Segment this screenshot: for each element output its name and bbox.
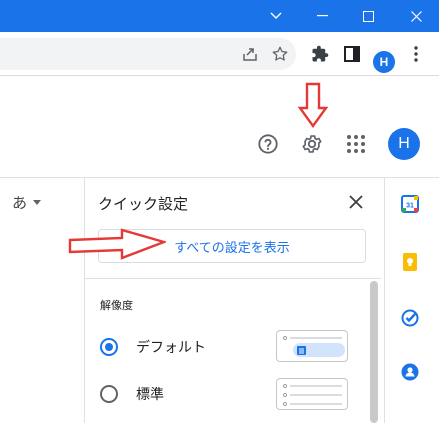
extensions-icon[interactable] <box>310 44 330 64</box>
density-preview-graphic <box>283 336 345 357</box>
density-section-label: 解像度 <box>100 299 133 312</box>
left-divider <box>84 178 85 423</box>
account-avatar[interactable]: H <box>388 128 420 160</box>
minimize-button[interactable] <box>299 0 345 32</box>
density-option-label: デフォルト <box>136 340 206 356</box>
svg-text:31: 31 <box>406 203 414 210</box>
density-preview-graphic <box>283 384 342 406</box>
help-icon[interactable] <box>256 132 280 156</box>
apps-grid-icon[interactable] <box>344 132 368 156</box>
browser-toolbar <box>0 32 439 76</box>
gear-icon[interactable] <box>300 132 324 156</box>
browser-profile-avatar[interactable]: H <box>373 51 395 73</box>
close-icon[interactable] <box>346 192 366 212</box>
tab-search-chevron-icon[interactable] <box>253 0 299 32</box>
density-preview-comfortable <box>276 378 348 410</box>
radio-button[interactable] <box>100 385 118 403</box>
tasks-icon[interactable] <box>400 308 420 328</box>
density-option-label: 標準 <box>136 387 164 403</box>
window-titlebar <box>0 0 439 32</box>
keep-icon[interactable] <box>400 252 420 272</box>
input-mode-label: あ <box>12 194 28 212</box>
side-panel-divider <box>384 178 385 423</box>
annotation-arrow-down-icon <box>298 82 328 128</box>
quick-settings-title: クイック設定 <box>98 195 189 213</box>
calendar-icon[interactable]: 31 <box>400 194 420 214</box>
scrollbar-thumb[interactable] <box>370 281 378 423</box>
header-divider <box>0 177 439 178</box>
input-mode-selector[interactable]: あ <box>12 192 42 213</box>
density-option-default[interactable]: デフォルト <box>100 337 206 357</box>
dropdown-arrow-icon <box>33 200 42 205</box>
density-preview-default <box>276 330 348 362</box>
density-option-comfortable[interactable]: 標準 <box>100 384 164 404</box>
annotation-arrow-right-icon <box>68 228 166 260</box>
restore-button[interactable] <box>345 0 391 32</box>
sidepanel-icon[interactable] <box>342 44 362 64</box>
close-window-button[interactable] <box>393 0 439 32</box>
share-icon[interactable] <box>240 44 260 64</box>
section-divider <box>85 278 381 279</box>
more-vert-icon[interactable] <box>406 44 426 64</box>
contacts-icon[interactable] <box>400 362 420 382</box>
star-icon[interactable] <box>270 44 290 64</box>
radio-button-checked[interactable] <box>100 338 118 356</box>
